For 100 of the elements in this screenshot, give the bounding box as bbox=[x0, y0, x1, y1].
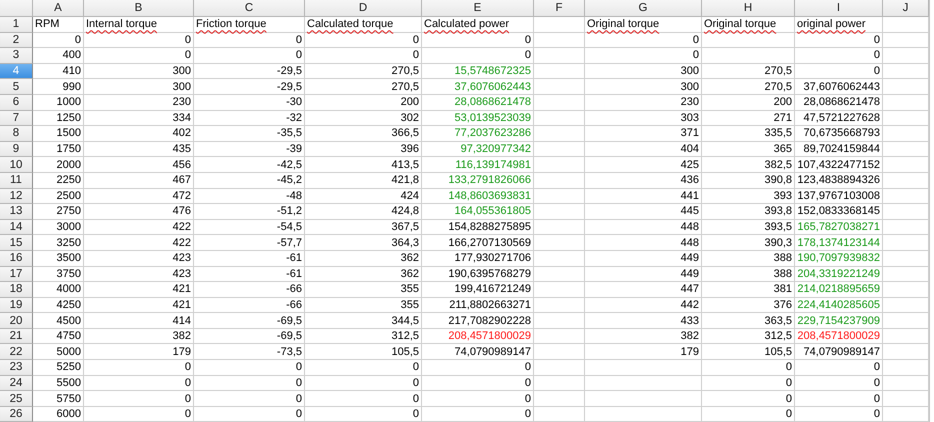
empty-cell bbox=[534, 220, 585, 236]
row-header[interactable]: 9 bbox=[0, 142, 33, 158]
empty-cell bbox=[534, 188, 585, 204]
table-cell: 3750 bbox=[33, 266, 84, 282]
table-cell: 0 bbox=[795, 32, 883, 48]
column-header[interactable]: A bbox=[33, 0, 84, 17]
row-header[interactable]: 1 bbox=[0, 17, 33, 33]
row-header[interactable]: 11 bbox=[0, 172, 33, 189]
table-cell: 4250 bbox=[33, 298, 84, 314]
row-header[interactable]: 10 bbox=[0, 157, 33, 173]
table-cell: 0 bbox=[795, 406, 883, 422]
table-cell: 0 bbox=[585, 48, 702, 64]
table-cell: 177,930271706 bbox=[422, 250, 534, 266]
table-cell: 312,5 bbox=[305, 328, 422, 344]
row-header[interactable]: 15 bbox=[0, 235, 33, 251]
empty-cell bbox=[534, 298, 585, 314]
table-cell: -32 bbox=[194, 110, 305, 126]
table-cell: -54,5 bbox=[194, 220, 305, 236]
table-cell: 421 bbox=[84, 298, 194, 314]
row-header[interactable]: 18 bbox=[0, 282, 33, 298]
column-header[interactable]: H bbox=[702, 0, 795, 17]
row-header[interactable]: 17 bbox=[0, 266, 33, 282]
table-cell: 390,3 bbox=[702, 235, 795, 251]
table-cell: 1500 bbox=[33, 126, 84, 142]
table-cell: 271 bbox=[702, 110, 795, 126]
table-cell: 0 bbox=[702, 391, 795, 407]
table-cell: RPM bbox=[33, 17, 84, 33]
table-cell: 362 bbox=[305, 250, 422, 266]
row-header[interactable]: 21 bbox=[0, 328, 33, 344]
table-cell: 436 bbox=[585, 172, 702, 189]
row-header[interactable]: 14 bbox=[0, 220, 33, 236]
table-cell: 152,0833368145 bbox=[795, 204, 883, 220]
table-cell: 404 bbox=[585, 142, 702, 158]
row-header[interactable]: 5 bbox=[0, 79, 33, 95]
table-cell: 0 bbox=[84, 406, 194, 422]
row-header[interactable]: 7 bbox=[0, 110, 33, 126]
table-cell: 37,6076062443 bbox=[795, 79, 883, 95]
row-header[interactable]: 2 bbox=[0, 32, 33, 48]
table-cell: 229,7154237909 bbox=[795, 313, 883, 329]
table-cell: 37,6076062443 bbox=[422, 79, 534, 95]
column-header[interactable]: C bbox=[194, 0, 305, 17]
row-header[interactable]: 3 bbox=[0, 48, 33, 64]
table-cell: 2250 bbox=[33, 172, 84, 189]
table-cell: 382,5 bbox=[702, 157, 795, 173]
table-cell: 362 bbox=[305, 266, 422, 282]
table-cell: 0 bbox=[422, 32, 534, 48]
table-cell: 1000 bbox=[33, 94, 84, 111]
table-cell: 15,5748672325 bbox=[422, 64, 534, 80]
row-header[interactable]: 16 bbox=[0, 250, 33, 266]
table-cell: 365 bbox=[702, 142, 795, 158]
table-cell: 0 bbox=[33, 32, 84, 48]
table-cell: 449 bbox=[585, 250, 702, 266]
table-cell: -48 bbox=[194, 188, 305, 204]
table-cell: 388 bbox=[702, 250, 795, 266]
row-header[interactable]: 12 bbox=[0, 188, 33, 204]
row-header[interactable]: 8 bbox=[0, 126, 33, 142]
table-cell: 199,416721249 bbox=[422, 282, 534, 298]
table-cell: 200 bbox=[305, 94, 422, 111]
row-header[interactable]: 19 bbox=[0, 298, 33, 314]
column-header[interactable]: I bbox=[795, 0, 883, 17]
row-header[interactable]: 22 bbox=[0, 344, 33, 360]
table-cell: 5750 bbox=[33, 391, 84, 407]
column-header[interactable]: D bbox=[305, 0, 422, 17]
column-header[interactable]: J bbox=[883, 0, 929, 17]
column-header[interactable]: E bbox=[422, 0, 534, 17]
table-cell: 200 bbox=[702, 94, 795, 111]
row-header[interactable]: 24 bbox=[0, 376, 33, 392]
table-cell: 4000 bbox=[33, 282, 84, 298]
column-header[interactable]: G bbox=[585, 0, 702, 17]
table-cell: 208,4571800029 bbox=[422, 328, 534, 344]
row-header[interactable]: 6 bbox=[0, 94, 33, 111]
table-cell: 154,8288275895 bbox=[422, 220, 534, 236]
table-cell: 214,0218895659 bbox=[795, 282, 883, 298]
table-cell: 0 bbox=[84, 48, 194, 64]
table-cell: 0 bbox=[795, 48, 883, 64]
table-cell: 74,0790989147 bbox=[422, 344, 534, 360]
table-cell: 422 bbox=[84, 220, 194, 236]
row-header[interactable]: 25 bbox=[0, 391, 33, 407]
table-cell: 393,5 bbox=[702, 220, 795, 236]
table-cell: 179 bbox=[585, 344, 702, 360]
row-header[interactable]: 26 bbox=[0, 406, 33, 422]
table-cell: 0 bbox=[422, 376, 534, 392]
empty-cell bbox=[534, 142, 585, 158]
select-all-corner[interactable] bbox=[0, 0, 33, 17]
table-cell: 0 bbox=[795, 64, 883, 80]
table-cell: 422 bbox=[84, 235, 194, 251]
table-cell: 388 bbox=[702, 266, 795, 282]
table-cell: 0 bbox=[194, 48, 305, 64]
row-header[interactable]: 23 bbox=[0, 360, 33, 376]
table-cell: 0 bbox=[305, 406, 422, 422]
table-cell: 211,8802663271 bbox=[422, 298, 534, 314]
table-cell: 421 bbox=[84, 282, 194, 298]
row-header[interactable]: 20 bbox=[0, 313, 33, 329]
column-header[interactable]: B bbox=[84, 0, 194, 17]
table-cell: 133,2791826066 bbox=[422, 172, 534, 189]
table-cell: 230 bbox=[585, 94, 702, 111]
table-cell: 0 bbox=[795, 360, 883, 376]
table-cell: 0 bbox=[194, 376, 305, 392]
row-header[interactable]: 13 bbox=[0, 204, 33, 220]
column-header[interactable]: F bbox=[534, 0, 585, 17]
